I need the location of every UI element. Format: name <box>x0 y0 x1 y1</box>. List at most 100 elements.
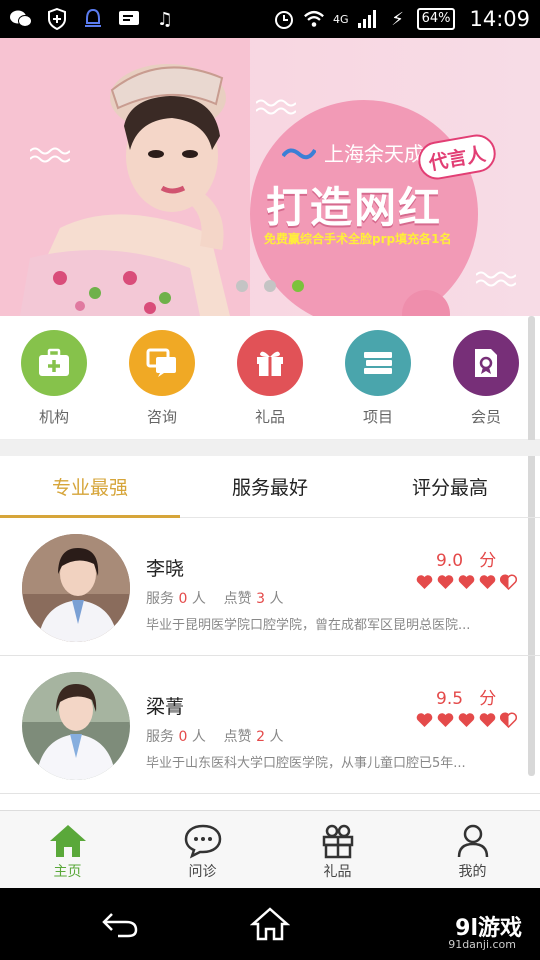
score-value: 9.0 <box>436 551 464 571</box>
likes-count: 2 <box>256 729 266 745</box>
books-icon <box>345 330 411 396</box>
banner-pagination <box>236 280 304 292</box>
people-unit: 人 <box>269 591 284 607</box>
score-unit: 分 <box>479 689 497 709</box>
watermark-url: 91danji.com <box>448 938 516 951</box>
pagination-dot[interactable] <box>264 280 276 292</box>
wave-decoration <box>476 271 516 287</box>
category-label: 会员 <box>470 408 501 426</box>
wifi-icon <box>303 8 325 30</box>
doctor-stats: 服务 0 人 点赞 2 人 <box>146 726 283 746</box>
heart-icon <box>437 713 454 727</box>
wave-decoration <box>256 99 296 115</box>
gift-box-icon <box>322 824 353 859</box>
message-icon <box>118 8 140 30</box>
home-button-icon[interactable] <box>250 906 290 942</box>
people-unit: 人 <box>191 729 206 745</box>
doctor-list-item[interactable]: 梁菁 服务 0 人 点赞 2 人 毕业于山东医科大学口腔医学院，从事儿童口腔已5… <box>0 656 540 794</box>
nav-label: 礼品 <box>323 864 352 880</box>
chat-bubble-icon <box>184 824 221 859</box>
music-icon: ♫ <box>156 8 174 30</box>
doctor-score: 9.5 分 <box>436 684 496 709</box>
service-count: 0 <box>178 729 188 745</box>
clock: 14:09 <box>469 7 530 31</box>
battery-indicator: 64% <box>416 8 456 30</box>
doctor-score: 9.0 分 <box>436 546 496 571</box>
banner-subline: 免费赢综合手术全脸prp填充各1名 <box>264 232 452 246</box>
score-value: 9.5 <box>436 689 464 709</box>
bell-icon <box>82 8 104 30</box>
promo-banner[interactable]: 上海余天成 代言人 打造网红 免费赢综合手术全脸prp填充各1名 <box>0 38 540 316</box>
gift-icon <box>237 330 303 396</box>
doctor-description: 毕业于昆明医学院口腔学院，曾在成都军区昆明总医院... <box>146 618 471 633</box>
heart-icon <box>416 713 433 727</box>
charging-icon: ⚡ <box>391 8 404 30</box>
doctor-name: 李晓 <box>146 558 185 580</box>
people-unit: 人 <box>191 591 206 607</box>
system-navigation-bar: 9l游戏 91danji.com <box>0 888 540 960</box>
likes-label: 点赞 <box>223 591 252 607</box>
doctor-list-item[interactable]: 李晓 服务 0 人 点赞 3 人 毕业于昆明医学院口腔学院，曾在成都军区昆明总医… <box>0 518 540 656</box>
category-label: 咨询 <box>146 408 177 426</box>
doctor-stats: 服务 0 人 点赞 3 人 <box>146 588 283 608</box>
status-bar: ♫ 4G ⚡ 64% 14:09 <box>0 0 540 38</box>
people-unit: 人 <box>269 729 284 745</box>
hospital-kit-icon <box>21 330 87 396</box>
likes-count: 3 <box>256 591 266 607</box>
nav-label: 我的 <box>458 864 487 880</box>
alarm-icon <box>273 8 295 30</box>
watermark: 9l游戏 91danji.com <box>448 910 522 951</box>
category-member[interactable]: 会员 <box>452 330 520 439</box>
category-label: 机构 <box>38 408 69 426</box>
doctor-description: 毕业于山东医科大学口腔医学院，从事儿童口腔已5年... <box>146 756 466 771</box>
category-project[interactable]: 项目 <box>344 330 412 439</box>
section-divider <box>0 440 540 456</box>
chat-icon <box>129 330 195 396</box>
category-institution[interactable]: 机构 <box>20 330 88 439</box>
banner-headline: 打造网红 <box>266 183 443 232</box>
nav-label: 主页 <box>53 864 82 880</box>
half-heart-icon <box>500 712 517 728</box>
certificate-icon <box>453 330 519 396</box>
nav-mine[interactable]: 我的 <box>405 811 540 888</box>
signal-icon <box>357 8 379 30</box>
heart-icon <box>458 575 475 589</box>
doctor-avatar <box>22 672 130 780</box>
service-count: 0 <box>178 591 188 607</box>
pagination-dot-active[interactable] <box>292 280 304 292</box>
half-heart-icon <box>500 574 517 590</box>
likes-label: 点赞 <box>223 729 252 745</box>
tab-most-professional[interactable]: 专业最强 <box>0 456 180 518</box>
nav-gift[interactable]: 礼品 <box>270 811 405 888</box>
nav-consult[interactable]: 问诊 <box>135 811 270 888</box>
heart-icon <box>416 575 433 589</box>
heart-icon <box>479 713 496 727</box>
tab-best-service[interactable]: 服务最好 <box>180 456 360 517</box>
brand-logo-icon <box>282 148 316 159</box>
service-label: 服务 <box>146 591 174 607</box>
category-gift[interactable]: 礼品 <box>236 330 304 439</box>
heart-icon <box>437 575 454 589</box>
nav-label: 问诊 <box>188 864 217 880</box>
score-unit: 分 <box>479 551 497 571</box>
back-icon[interactable] <box>100 910 140 938</box>
tab-highest-rated[interactable]: 评分最高 <box>360 456 540 517</box>
rating-hearts <box>416 574 517 590</box>
category-consult[interactable]: 咨询 <box>128 330 196 439</box>
banner-model-image <box>0 38 250 316</box>
rating-hearts <box>416 712 517 728</box>
user-icon <box>457 824 488 858</box>
doctor-tabs: 专业最强 服务最好 评分最高 <box>0 456 540 518</box>
pagination-dot[interactable] <box>236 280 248 292</box>
doctor-name: 梁菁 <box>146 696 185 718</box>
doctor-avatar <box>22 534 130 642</box>
banner-brand-name: 上海余天成 <box>324 142 424 166</box>
service-label: 服务 <box>146 729 174 745</box>
network-type: 4G <box>333 12 349 26</box>
heart-icon <box>458 713 475 727</box>
nav-home[interactable]: 主页 <box>0 811 135 888</box>
category-label: 礼品 <box>254 408 285 426</box>
wave-decoration <box>30 147 70 163</box>
category-label: 项目 <box>362 408 393 426</box>
heart-icon <box>479 575 496 589</box>
